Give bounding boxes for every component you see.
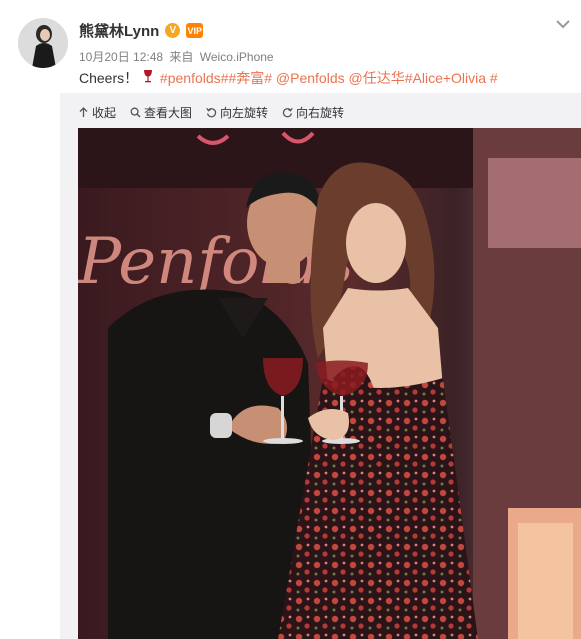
collapse-label: 收起 [92,105,117,120]
view-large-button[interactable]: 查看大图 [130,104,192,121]
collapse-button[interactable]: 收起 [78,104,116,121]
client-name[interactable]: Weico.iPhone [200,50,274,64]
via-label: 来自 [169,50,194,64]
image-toolbar: 收起 查看大图 向左旋转 向右旋转 [78,102,344,122]
username[interactable]: 熊黛林Lynn V VIP [79,20,204,41]
avatar-image [18,18,68,68]
avatar[interactable] [18,18,68,68]
hashtag-penfolds[interactable]: #penfolds# [160,70,229,86]
verified-badge-icon: V [165,23,181,38]
photo-scene: Penfolds [78,128,581,639]
mention-penfolds[interactable]: @Penfolds [276,70,345,86]
arrow-up-icon [79,106,88,117]
post-text: Cheers！ #penfolds##奔富# @Penfolds @任达华#Al… [79,68,498,88]
rotate-right-icon [282,107,293,117]
rotate-left-icon [206,107,217,117]
hashtag-benfu[interactable]: #奔富# [228,70,272,86]
rotate-left-label: 向左旋转 [220,105,269,120]
username-text[interactable]: 熊黛林Lynn [79,20,159,41]
hashtag-alice-olivia[interactable]: #Alice+Olivia # [405,70,498,86]
rotate-right-button[interactable]: 向右旋转 [282,104,344,121]
rotate-right-label: 向右旋转 [296,105,345,120]
post-meta: 10月20日 12:48 来自 Weico.iPhone [79,48,277,65]
view-large-label: 查看大图 [144,105,193,120]
rotate-left-button[interactable]: 向左旋转 [206,104,268,121]
search-icon [130,107,141,117]
chevron-down-icon[interactable] [553,14,573,34]
mention-rendahua[interactable]: @任达华 [349,70,405,86]
post-photo[interactable]: Penfolds [78,128,581,639]
wine-glass-icon [142,69,156,86]
timestamp[interactable]: 10月20日 12:48 [79,50,163,64]
post-body: Cheers！ [79,70,139,86]
member-badge-icon: VIP [186,23,204,38]
